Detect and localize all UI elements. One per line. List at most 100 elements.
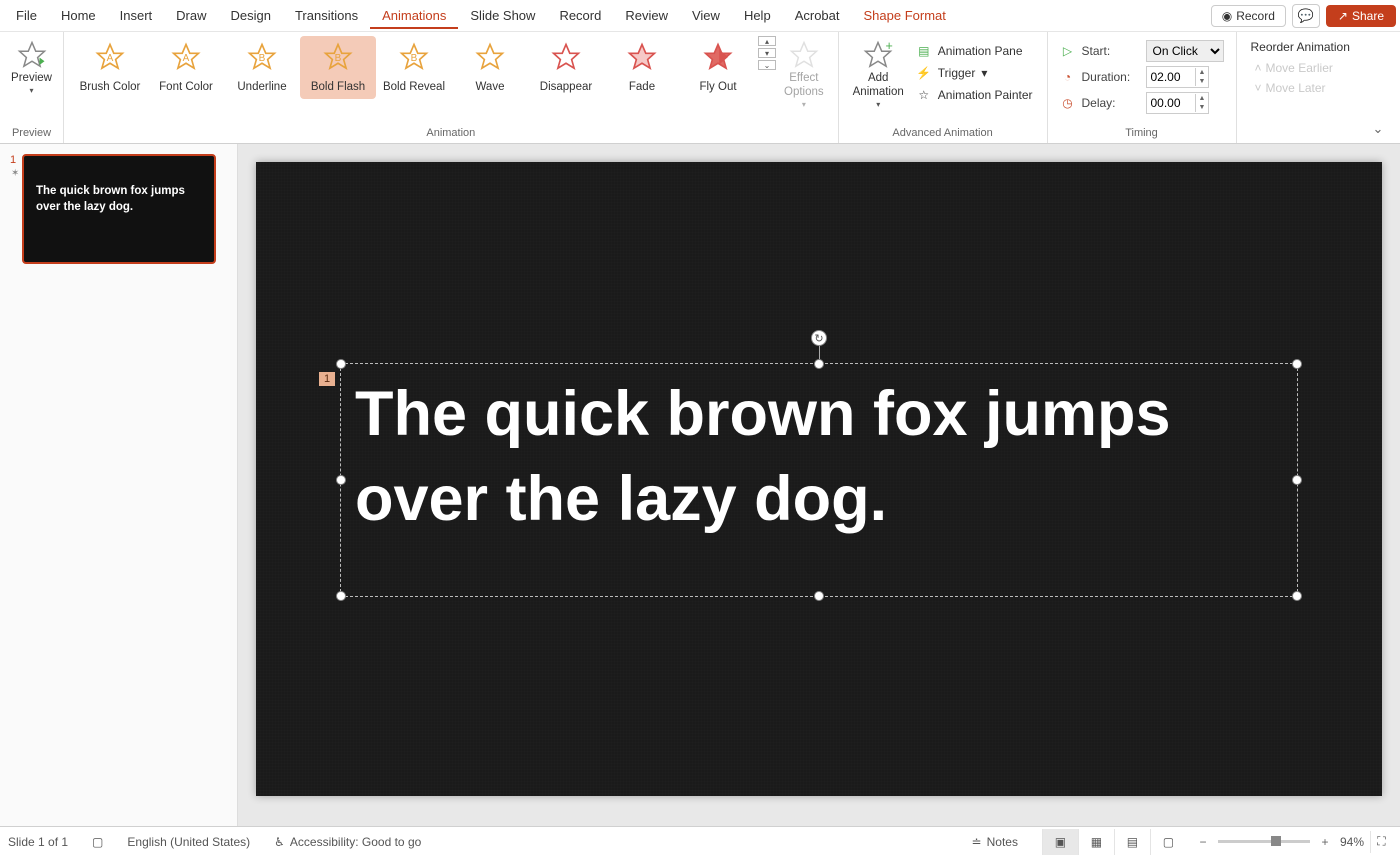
menu-draw[interactable]: Draw xyxy=(164,2,218,29)
animation-bold-reveal[interactable]: BBold Reveal xyxy=(376,36,452,99)
down-arrow-icon[interactable]: ▼ xyxy=(1196,77,1209,86)
notes-icon: ≐ xyxy=(972,835,982,849)
svg-text:B: B xyxy=(411,53,418,64)
status-bar: Slide 1 of 1 ▢ English (United States) ♿… xyxy=(0,826,1400,856)
slideshow-view-button[interactable]: ▢ xyxy=(1150,829,1186,855)
delay-input[interactable] xyxy=(1147,96,1195,110)
animation-fly-out[interactable]: Fly Out xyxy=(680,36,756,99)
zoom-slider-thumb[interactable] xyxy=(1271,836,1281,846)
gallery-down-icon[interactable]: ▾ xyxy=(758,48,776,58)
menu-acrobat[interactable]: Acrobat xyxy=(783,2,852,29)
animation-pane-button[interactable]: ▤Animation Pane xyxy=(910,40,1039,62)
slide[interactable]: 1 The quick brown fox jumps over the laz… xyxy=(256,162,1382,796)
delay-label: Delay: xyxy=(1082,96,1140,110)
normal-view-button[interactable]: ▣ xyxy=(1042,829,1078,855)
resize-handle-tm[interactable] xyxy=(814,359,824,369)
slide-counter[interactable]: Slide 1 of 1 xyxy=(8,835,68,849)
animation-star-icon xyxy=(551,42,581,75)
animation-bold-flash[interactable]: B Bold Flash xyxy=(300,36,376,99)
menu-design[interactable]: Design xyxy=(219,2,283,29)
menu-bar: File Home Insert Draw Design Transitions… xyxy=(0,0,1400,32)
animation-underline[interactable]: BUnderline xyxy=(224,36,300,99)
gallery-up-icon[interactable]: ▴ xyxy=(758,36,776,46)
group-label-advanced: Advanced Animation xyxy=(847,125,1039,143)
zoom-in-button[interactable]: + xyxy=(1318,835,1332,849)
animation-wave[interactable]: Wave xyxy=(452,36,528,99)
preview-star-icon xyxy=(17,40,47,70)
animation-star-icon xyxy=(627,42,657,75)
animation-label: Font Color xyxy=(159,81,213,93)
animation-indicator-icon: ✶ xyxy=(11,168,22,179)
sorter-view-button[interactable]: ▦ xyxy=(1078,829,1114,855)
comments-button[interactable]: 💬 xyxy=(1292,4,1320,28)
svg-text:B: B xyxy=(259,53,266,64)
duration-spinner[interactable]: ▲▼ xyxy=(1146,66,1210,88)
language-button[interactable]: English (United States) xyxy=(127,835,250,849)
resize-handle-tr[interactable] xyxy=(1292,359,1302,369)
resize-handle-bl[interactable] xyxy=(336,591,346,601)
menu-insert[interactable]: Insert xyxy=(108,2,165,29)
resize-handle-bm[interactable] xyxy=(814,591,824,601)
slide-thumbnail-1[interactable]: The quick brown fox jumps over the lazy … xyxy=(22,154,216,264)
slide-canvas-area[interactable]: 1 The quick brown fox jumps over the laz… xyxy=(238,144,1400,826)
group-reorder: Reorder Animation ˄Move Earlier ˅Move La… xyxy=(1237,32,1364,143)
up-arrow-icon[interactable]: ▲ xyxy=(1196,68,1209,77)
duration-input[interactable] xyxy=(1147,70,1195,84)
menu-file[interactable]: File xyxy=(4,2,49,29)
start-select[interactable]: On Click xyxy=(1146,40,1224,62)
fit-to-window-button[interactable]: ⛶ xyxy=(1370,831,1392,853)
share-button[interactable]: ↗Share xyxy=(1326,5,1396,27)
animation-painter-button[interactable]: ☆Animation Painter xyxy=(910,84,1039,106)
menu-view[interactable]: View xyxy=(680,2,732,29)
up-arrow-icon[interactable]: ▲ xyxy=(1196,94,1209,103)
gallery-expand-icon[interactable]: ⌄ xyxy=(758,60,776,70)
animation-label: Disappear xyxy=(540,81,592,93)
resize-handle-ml[interactable] xyxy=(336,475,346,485)
menu-help[interactable]: Help xyxy=(732,2,783,29)
effect-options-star-icon xyxy=(789,40,819,70)
record-button[interactable]: ◉Record xyxy=(1211,5,1286,27)
animation-order-tag[interactable]: 1 xyxy=(319,372,335,386)
display-settings-icon: ▢ xyxy=(92,835,103,849)
collapse-ribbon-button[interactable]: ⌄ xyxy=(1364,32,1392,143)
notes-button[interactable]: ≐Notes xyxy=(972,835,1018,849)
down-arrow-icon[interactable]: ▼ xyxy=(1196,103,1209,112)
animation-brush-color[interactable]: ABrush Color xyxy=(72,36,148,99)
animation-pane-icon: ▤ xyxy=(916,43,932,59)
text-box[interactable]: 1 The quick brown fox jumps over the laz… xyxy=(340,363,1298,597)
slide-thumbnail-panel: 1 ✶ The quick brown fox jumps over the l… xyxy=(0,144,238,826)
menu-slide-show[interactable]: Slide Show xyxy=(458,2,547,29)
fit-icon: ⛶ xyxy=(1377,834,1385,849)
menu-animations[interactable]: Animations xyxy=(370,2,458,29)
animation-gallery-more[interactable]: ▴ ▾ ⌄ xyxy=(756,36,778,70)
slide-text[interactable]: The quick brown fox jumps over the lazy … xyxy=(341,364,1297,550)
rotate-handle[interactable] xyxy=(811,330,827,346)
normal-view-icon: ▣ xyxy=(1055,835,1066,849)
trigger-button[interactable]: ⚡Trigger ▾ xyxy=(910,62,1039,84)
menu-review[interactable]: Review xyxy=(613,2,680,29)
menu-transitions[interactable]: Transitions xyxy=(283,2,370,29)
zoom-value[interactable]: 94% xyxy=(1340,835,1364,849)
add-animation-button[interactable]: + Add Animation ▾ xyxy=(847,36,910,113)
animation-fade[interactable]: Fade xyxy=(604,36,680,99)
zoom-out-button[interactable]: − xyxy=(1196,835,1210,849)
accessibility-icon: ♿︎ xyxy=(274,835,285,849)
preview-button[interactable]: Preview ▾ xyxy=(5,36,58,99)
resize-handle-tl[interactable] xyxy=(336,359,346,369)
animation-star-icon: B xyxy=(323,42,353,75)
display-settings-button[interactable]: ▢ xyxy=(92,835,103,849)
resize-handle-mr[interactable] xyxy=(1292,475,1302,485)
reading-view-button[interactable]: ▤ xyxy=(1114,829,1150,855)
comment-icon: 💬 xyxy=(1298,8,1314,24)
resize-handle-br[interactable] xyxy=(1292,591,1302,601)
menu-shape-format[interactable]: Shape Format xyxy=(852,2,958,29)
menu-record[interactable]: Record xyxy=(547,2,613,29)
animation-label: Bold Flash xyxy=(311,81,365,93)
accessibility-button[interactable]: ♿︎Accessibility: Good to go xyxy=(274,835,421,849)
zoom-slider[interactable] xyxy=(1218,840,1310,843)
chevron-down-icon: ▾ xyxy=(29,86,33,95)
delay-spinner[interactable]: ▲▼ xyxy=(1146,92,1210,114)
menu-home[interactable]: Home xyxy=(49,2,108,29)
animation-font-color[interactable]: AFont Color xyxy=(148,36,224,99)
animation-disappear[interactable]: Disappear xyxy=(528,36,604,99)
